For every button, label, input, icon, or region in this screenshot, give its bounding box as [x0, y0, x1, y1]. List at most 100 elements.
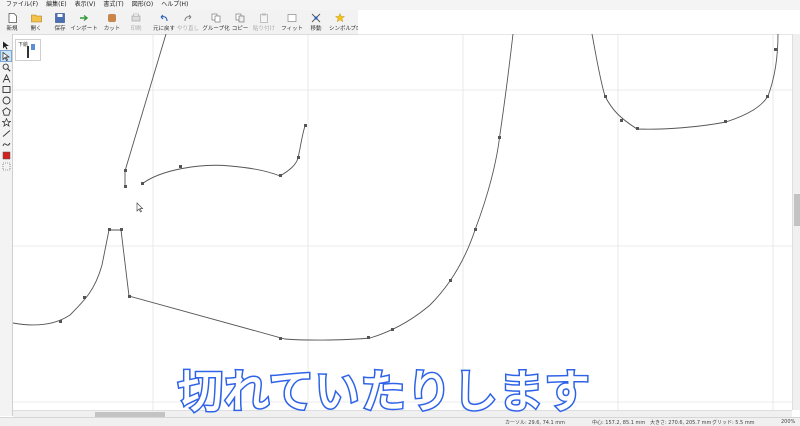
menu-shape[interactable]: 図形(O)	[128, 0, 157, 10]
glyph-outline-paths[interactable]	[13, 34, 779, 341]
anchor-node	[498, 136, 501, 139]
anchor-node	[141, 182, 144, 185]
save-button[interactable]: 保存	[48, 10, 72, 32]
curve-icon	[2, 142, 10, 146]
anchor-node	[59, 320, 62, 323]
outline-left-stroke	[124, 34, 167, 187]
open-button[interactable]: 開く	[24, 10, 48, 32]
import-arrow-icon	[78, 12, 90, 23]
save-label: 保存	[54, 26, 66, 32]
underlay-thumbnail[interactable]: 下絵	[15, 39, 41, 61]
undo-label: 元に戻す	[153, 26, 176, 32]
anchor-node	[391, 328, 394, 331]
menu-help[interactable]: ヘルプ(H)	[157, 0, 192, 10]
grid-tool[interactable]	[1, 161, 11, 171]
zoom-tool[interactable]	[1, 62, 11, 72]
group-label: グループ化	[202, 26, 230, 32]
undo-button[interactable]: 元に戻す	[152, 10, 176, 32]
redo-button[interactable]: やり直し	[176, 10, 200, 32]
anchor-node	[108, 228, 111, 231]
group-icon	[210, 12, 222, 23]
anchor-node	[124, 169, 127, 172]
fill-color-tool[interactable]	[1, 150, 11, 160]
undo-icon	[158, 12, 170, 23]
anchor-nodes[interactable]	[59, 48, 777, 340]
group-button[interactable]: グループ化	[202, 10, 230, 32]
copy-icon	[234, 12, 246, 23]
grid-lines	[13, 34, 792, 410]
node-edit-tool[interactable]	[0, 50, 12, 62]
anchor-node	[304, 124, 307, 127]
anchor-node	[83, 296, 86, 299]
toolbar-empty-area	[358, 10, 800, 35]
anchor-node	[297, 156, 300, 159]
anchor-node	[724, 120, 727, 123]
paste-label: 貼り付け	[253, 26, 276, 32]
rectangle-icon	[2, 85, 10, 93]
anchor-node	[128, 295, 131, 298]
ellipse-tool[interactable]	[1, 95, 11, 105]
video-caption: 切れていたりします	[177, 364, 592, 420]
fit-icon	[286, 12, 298, 23]
symbol-label: シンボル	[329, 26, 352, 32]
polygon-tool[interactable]	[1, 106, 11, 116]
anchor-node	[279, 337, 282, 340]
menu-edit[interactable]: 編集(E)	[42, 0, 70, 10]
print-button[interactable]: 印刷	[124, 10, 148, 32]
outline-right-bowl	[591, 34, 779, 130]
star-tool[interactable]	[1, 117, 11, 127]
menu-file[interactable]: ファイル(F)	[0, 0, 42, 10]
paste-button[interactable]: 貼り付け	[252, 10, 276, 32]
new-button[interactable]: 新規	[0, 10, 24, 32]
anchor-node	[120, 228, 123, 231]
text-a-icon	[2, 73, 10, 83]
new-file-icon	[6, 12, 18, 23]
open-folder-icon	[30, 12, 42, 23]
copy-button[interactable]: コピー	[228, 10, 252, 32]
print-icon	[130, 12, 142, 23]
drawing-canvas[interactable]	[13, 34, 792, 410]
ellipse-icon	[2, 96, 10, 104]
rectangle-tool[interactable]	[1, 84, 11, 94]
mouse-cursor-icon	[136, 202, 144, 213]
new-label: 新規	[6, 26, 18, 32]
fit-button[interactable]: フィット	[280, 10, 304, 32]
cut-label: カット	[103, 26, 121, 32]
redo-label: やり直し	[177, 26, 200, 32]
vertical-scrollbar[interactable]	[792, 34, 800, 410]
anchor-node	[774, 48, 777, 51]
fit-label: フィット	[281, 26, 303, 32]
symbol-button[interactable]: シンボル	[328, 10, 352, 32]
star-icon	[334, 12, 346, 23]
drawing-toolbox	[0, 34, 13, 416]
anchor-node	[474, 228, 477, 231]
vertical-scroll-thumb[interactable]	[794, 194, 800, 226]
text-tool[interactable]	[1, 73, 11, 83]
anchor-node	[179, 165, 182, 168]
import-button[interactable]: インポート	[70, 10, 98, 32]
select-tool[interactable]	[1, 40, 11, 50]
anchor-node	[279, 174, 282, 177]
menu-format[interactable]: 書式(T)	[99, 0, 127, 10]
save-icon	[54, 12, 66, 23]
line-tool[interactable]	[1, 128, 11, 138]
print-label: 印刷	[130, 26, 142, 32]
status-zoom: 200%	[781, 419, 796, 425]
anchor-node	[620, 119, 623, 122]
curve-tool[interactable]	[1, 139, 11, 149]
arrow-pointer-icon	[3, 41, 9, 49]
paste-icon	[258, 12, 270, 23]
menu-view[interactable]: 表示(V)	[71, 0, 100, 10]
transform-label: 移動	[310, 26, 322, 32]
grid-icon	[2, 162, 10, 170]
line-icon	[2, 129, 10, 137]
anchor-node	[766, 95, 769, 98]
underlay-image-icon	[27, 44, 35, 58]
anchor-node	[124, 185, 127, 188]
anchor-node	[367, 336, 370, 339]
move-arrows-icon	[310, 12, 322, 23]
cut-icon	[106, 12, 118, 23]
anchor-node	[449, 279, 452, 282]
transform-button[interactable]: 移動	[304, 10, 328, 32]
cut-button[interactable]: カット	[100, 10, 124, 32]
